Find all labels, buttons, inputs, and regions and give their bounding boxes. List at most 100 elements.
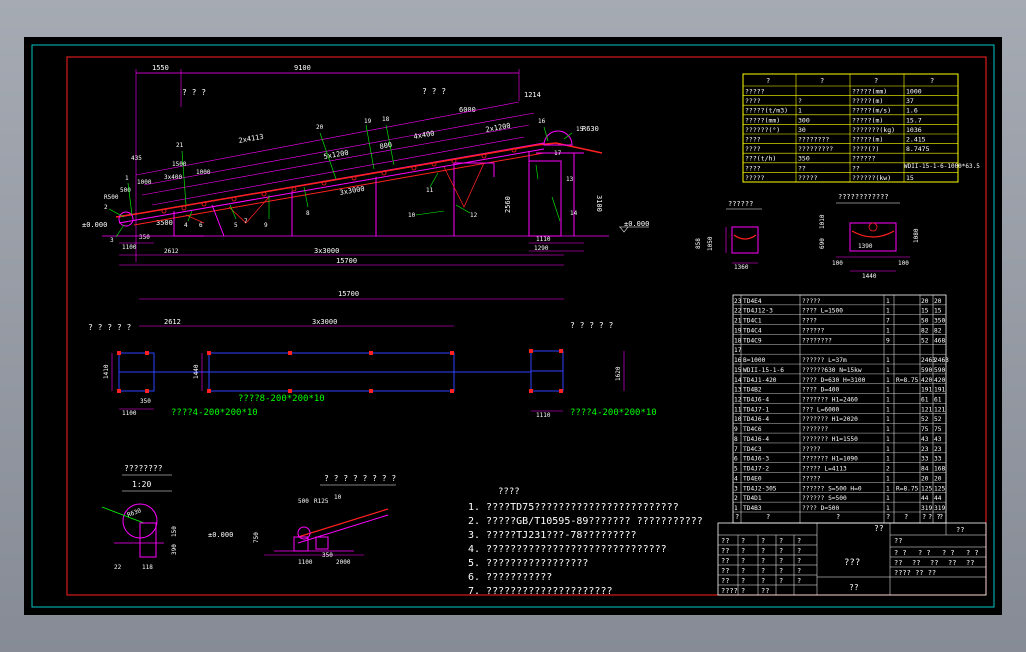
cad-drawing-canvas[interactable]: 1550 9100 ? ? ? ? ? ? 6000 1214 R630 2x4… xyxy=(24,37,1002,615)
dim-2x4113: 2x4113 xyxy=(238,133,264,145)
svg-text:5: 5 xyxy=(234,222,238,229)
dim-4x400: 4x400 xyxy=(413,129,435,141)
plan-mark-right: ? ? ? ? ? xyxy=(570,321,614,330)
parts-cell: 2 xyxy=(886,466,890,473)
title-right-row-cell: ?? xyxy=(948,559,956,567)
detail-a-scale: 1:20 xyxy=(132,480,151,489)
svg-text:15: 15 xyxy=(576,126,584,133)
parts-cell: 125 xyxy=(934,485,945,492)
svg-text:18: 18 xyxy=(382,116,390,123)
title-left-cell: ? xyxy=(741,557,745,565)
parts-cell: 319 xyxy=(934,505,945,512)
parts-cell: TD4C4 xyxy=(743,327,762,334)
parts-cell: 7 xyxy=(734,446,738,453)
section-a-dim-1360: 1360 xyxy=(734,264,749,271)
dim-2x1200: 2x1200 xyxy=(485,122,511,134)
plan-note-a: ????8-200*200*10 xyxy=(238,394,325,404)
parts-cell: 19 xyxy=(734,327,742,334)
parts-cell: 1 xyxy=(886,298,890,305)
parts-cell: TD4C1 xyxy=(743,318,762,325)
parts-cell: 52 xyxy=(934,416,942,423)
spec-cell: ?????(m) xyxy=(852,116,883,124)
parts-cell: 20 xyxy=(921,475,929,482)
parts-cell: ????? xyxy=(802,446,821,453)
svg-text:13: 13 xyxy=(566,176,574,183)
parts-cell: 15 xyxy=(734,367,742,374)
parts-cell: 319 xyxy=(921,505,932,512)
parts-cell: 1 xyxy=(886,436,890,443)
parts-cell: 82 xyxy=(921,327,929,334)
dim-3100: 3100 xyxy=(595,195,603,212)
parts-cell: 17 xyxy=(734,347,742,354)
parts-cell: ??????? xyxy=(802,426,828,433)
parts-cell: TD4J12-3 xyxy=(743,308,773,315)
title-left-cell: ? xyxy=(797,577,801,585)
parts-cell: TD4J1-420 xyxy=(743,377,777,384)
parts-cell: TD4C9 xyxy=(743,337,762,344)
spec-cell: 300 xyxy=(798,116,810,124)
section-b-dim-1440: 1440 xyxy=(862,273,877,280)
title-left-cell: ? xyxy=(761,557,765,565)
parts-cell: 18 xyxy=(734,337,742,344)
svg-text:7: 7 xyxy=(244,218,248,225)
mark-top-right: ? ? ? xyxy=(422,87,446,96)
spec-cell: ???????(kg) xyxy=(852,126,895,134)
svg-text:17: 17 xyxy=(554,150,562,157)
spec-header-cell: ? xyxy=(820,77,824,85)
parts-cell: 23 xyxy=(921,446,929,453)
detail-b-r125: R125 xyxy=(314,498,329,505)
parts-cell: ?????? S=500 H=0 xyxy=(802,485,862,492)
dim-1100: 1100 xyxy=(122,244,137,251)
parts-cell: 8 xyxy=(734,436,738,443)
title-right-row-cell: ?? xyxy=(930,559,938,567)
spec-cell: ????? xyxy=(798,174,818,182)
parts-cell: 22 xyxy=(734,308,742,315)
svg-text:14: 14 xyxy=(570,210,578,217)
detail-b-elev: ±0.000 xyxy=(208,531,233,539)
parts-cell: 191 xyxy=(921,387,932,394)
parts-cell: 21 xyxy=(734,318,742,325)
parts-cell: R=8.75 xyxy=(896,377,919,384)
plan-dim-2612: 2612 xyxy=(164,318,181,326)
title-left-cell: ?? xyxy=(721,537,729,545)
parts-cell: 3 xyxy=(734,485,738,492)
parts-cell: 82 xyxy=(934,327,942,334)
dim-1550: 1550 xyxy=(152,64,169,72)
title-left-cell: ? xyxy=(797,567,801,575)
plan-dim-1410: 1410 xyxy=(103,364,110,379)
title-right-row-cell: ?? xyxy=(912,559,920,567)
parts-cell: TD4J7-1 xyxy=(743,406,769,413)
section-b-title: ???????????? xyxy=(838,193,889,201)
parts-cell: TD4B2 xyxy=(743,387,762,394)
svg-text:6: 6 xyxy=(199,222,203,229)
spec-cell: ??????(°) xyxy=(745,126,780,134)
parts-cell: 1 xyxy=(886,397,890,404)
svg-text:4: 4 xyxy=(184,222,188,229)
title-project: ?? xyxy=(874,524,884,533)
note-2: 2. ?????GB/T10595-89??????? ??????????? xyxy=(468,516,703,527)
title-left-cell: ? xyxy=(761,577,765,585)
parts-cell: ????? L=4113 xyxy=(802,466,847,473)
parts-header-cell: ? xyxy=(766,513,770,521)
detail-a-r630: R630 xyxy=(126,507,142,519)
parts-cell: 1 xyxy=(886,475,890,482)
parts-cell: TD4J6-4 xyxy=(743,416,769,423)
parts-cell: 14 xyxy=(734,377,742,384)
parts-cell: 23 xyxy=(934,446,942,453)
section-b-dim-690: 690 xyxy=(819,238,826,249)
parts-cell: 420 xyxy=(934,377,945,384)
parts-cell: ???? D=400 xyxy=(802,387,840,394)
parts-cell: 1 xyxy=(886,357,890,364)
notes-title: ???? xyxy=(498,487,520,497)
dim-r630: R630 xyxy=(582,125,599,133)
parts-cell: TD4B3 xyxy=(743,505,762,512)
title-right-head-cell: ? ? xyxy=(942,549,955,557)
plan-dim-1110: 1110 xyxy=(536,412,551,419)
svg-text:1: 1 xyxy=(125,175,129,182)
title-left-cell: ?? xyxy=(721,567,729,575)
parts-cell: 15 xyxy=(934,308,942,315)
parts-cell: 20 xyxy=(934,475,942,482)
spec-cell: ?? xyxy=(852,164,860,172)
parts-cell: 1 xyxy=(886,446,890,453)
parts-header-cell: ? xyxy=(922,513,926,521)
